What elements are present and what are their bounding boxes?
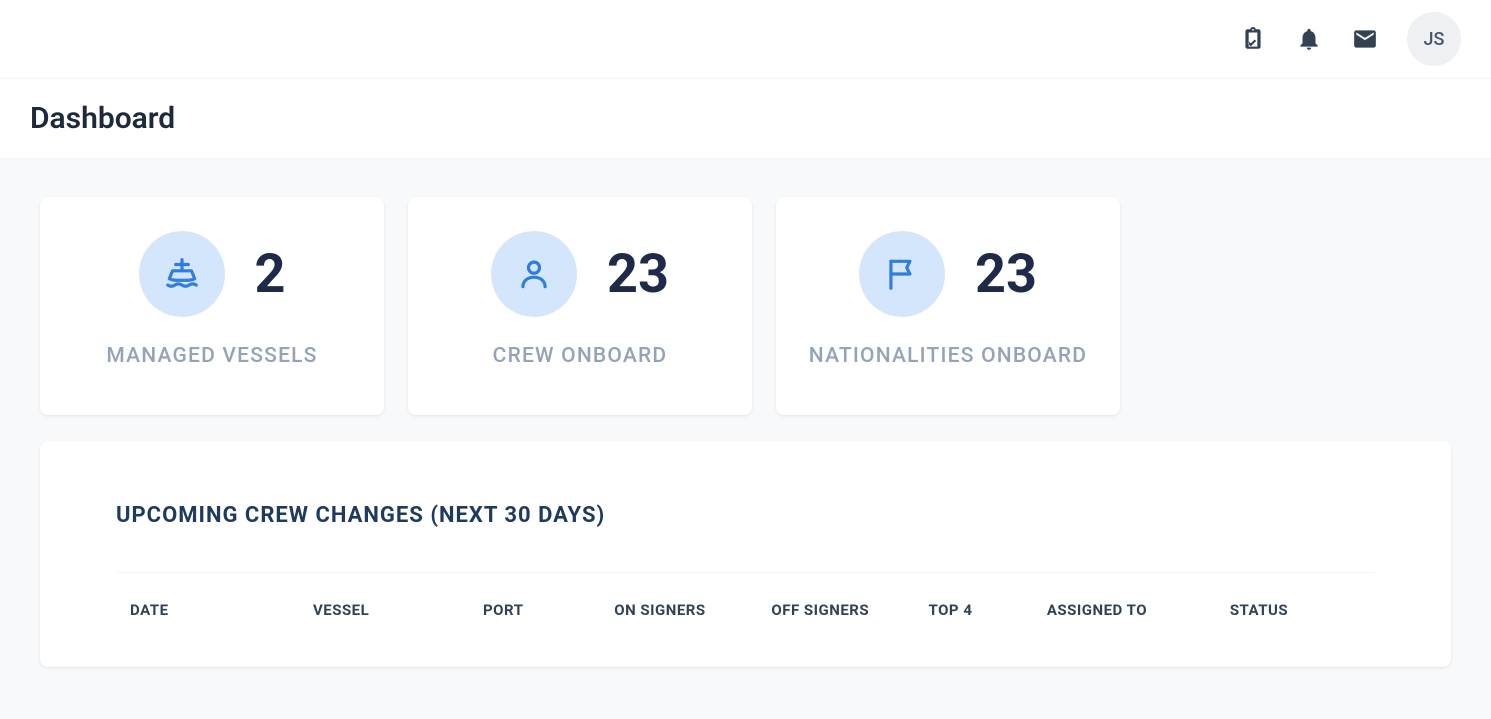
stat-value: 23 (607, 243, 669, 306)
avatar-initials: JS (1424, 29, 1445, 50)
bell-icon[interactable] (1295, 25, 1323, 53)
person-icon (491, 231, 577, 317)
table-title: UPCOMING CREW CHANGES (NEXT 30 DAYS) (116, 503, 1375, 528)
crew-changes-table: DATE VESSEL PORT ON SIGNERS OFF SIGNERS … (116, 573, 1375, 648)
col-top-4: TOP 4 (917, 575, 1033, 646)
stat-card-crew-onboard: 23 CREW ONBOARD (408, 197, 752, 415)
ship-icon (139, 231, 225, 317)
stat-value: 2 (255, 243, 286, 306)
col-vessel: VESSEL (301, 575, 469, 646)
stat-label: MANAGED VESSELS (106, 339, 317, 375)
stat-row: 2 MANAGED VESSELS 23 CREW ONBOARD (40, 197, 1451, 415)
upcoming-crew-changes-card: UPCOMING CREW CHANGES (NEXT 30 DAYS) DAT… (40, 441, 1451, 668)
stat-label: CREW ONBOARD (493, 339, 668, 375)
col-on-signers: ON SIGNERS (602, 575, 757, 646)
stat-value: 23 (975, 243, 1037, 306)
col-date: DATE (118, 575, 299, 646)
clipboard-icon[interactable] (1239, 25, 1267, 53)
stat-card-nationalities: 23 NATIONALITIES ONBOARD (776, 197, 1120, 415)
user-avatar[interactable]: JS (1407, 12, 1461, 66)
envelope-icon[interactable] (1351, 25, 1379, 53)
stat-card-managed-vessels: 2 MANAGED VESSELS (40, 197, 384, 415)
title-bar: Dashboard (0, 78, 1491, 159)
stat-top: 2 (139, 231, 286, 317)
col-off-signers: OFF SIGNERS (759, 575, 914, 646)
stat-label: NATIONALITIES ONBOARD (809, 339, 1087, 375)
stat-top: 23 (491, 231, 669, 317)
table-wrap: DATE VESSEL PORT ON SIGNERS OFF SIGNERS … (116, 572, 1375, 648)
col-assigned-to: ASSIGNED TO (1035, 575, 1216, 646)
table-header-row: DATE VESSEL PORT ON SIGNERS OFF SIGNERS … (118, 575, 1373, 646)
page-title: Dashboard (30, 101, 1461, 136)
col-status: STATUS (1218, 575, 1373, 646)
app-header: JS (0, 0, 1491, 78)
main-content: 2 MANAGED VESSELS 23 CREW ONBOARD (0, 159, 1491, 705)
stat-top: 23 (859, 231, 1037, 317)
col-port: PORT (471, 575, 600, 646)
flag-icon (859, 231, 945, 317)
